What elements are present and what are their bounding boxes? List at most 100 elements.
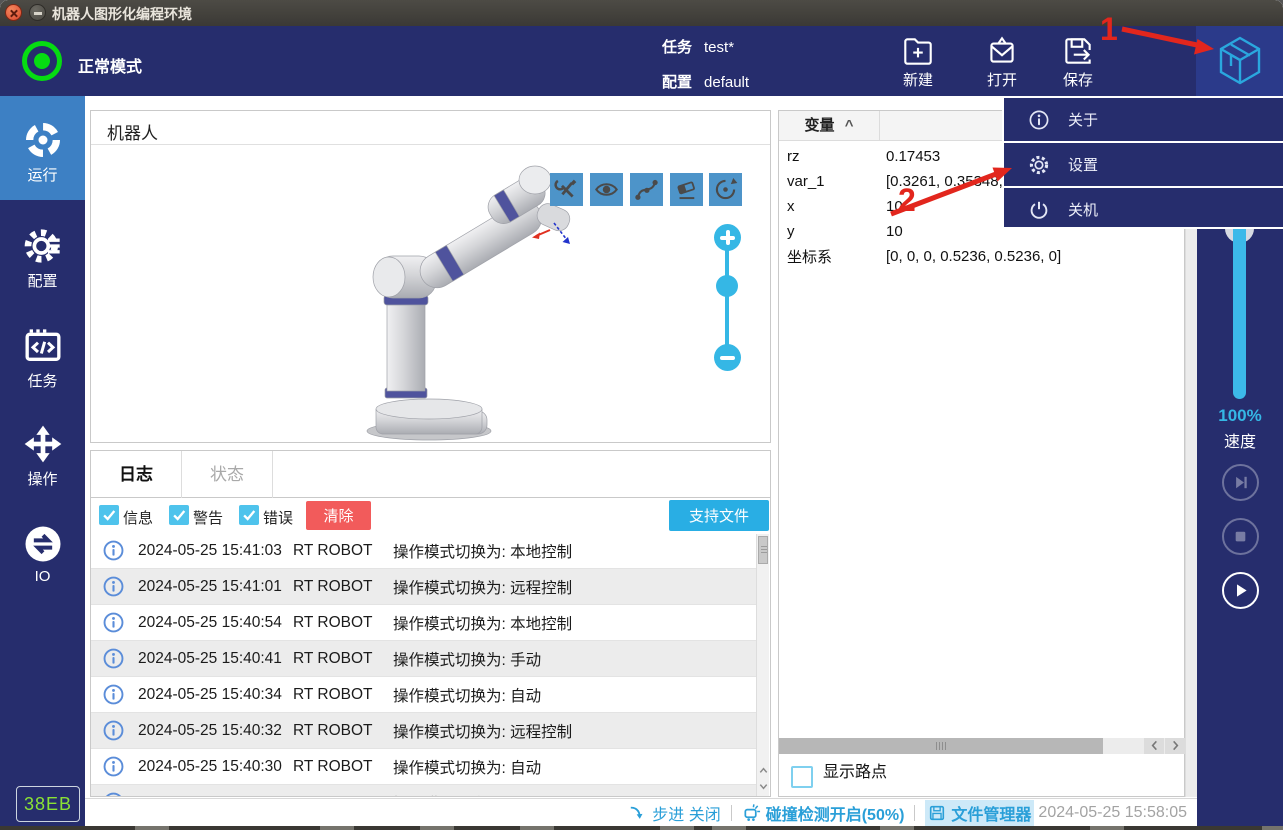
menu-item-settings[interactable]: 设置 [1004,143,1283,188]
cube-logo-icon [1211,32,1269,90]
scroll-right-button[interactable] [1165,738,1185,754]
log-message: 操作模式切换为: 远程控制 [393,720,759,742]
variables-h-scrollbar[interactable] [779,738,1184,754]
variables-header-cell[interactable]: 变量 ^ [779,111,880,141]
open-button[interactable]: 打开 [960,29,1044,93]
menu-item-shutdown[interactable]: 关机 [1004,188,1283,231]
sidebar-item-operate[interactable]: 操作 [0,400,85,500]
log-tabs: 日志 状态 [90,450,771,498]
log-source: RT ROBOT [293,722,379,740]
log-filter-row: 信息 警告 错误 清除 支持文件 [90,498,771,533]
zoom-in-button[interactable] [714,224,741,251]
stop-icon [1230,526,1251,547]
collision-detection-toggle[interactable]: 碰撞检测开启(50%) [742,801,905,825]
run-icon [23,120,63,160]
save-button[interactable]: 保存 [1036,29,1120,93]
disk-icon [928,804,946,822]
check-icon [241,507,257,523]
io-icon [23,524,63,564]
log-row: 2024-05-25 15:41:01 RT ROBOT 操作模式切换为: 远程… [91,569,759,605]
log-message: 操作模式切换为: 远程控制 [393,576,759,598]
log-time: 2024-05-25 15:40:30 [138,758,293,776]
show-waypoints-checkbox[interactable] [791,766,813,788]
log-row: 2024-05-25 15:40:08 RT ROBOT 操作模式切换为: 手动 [91,785,759,797]
info-icon [1028,109,1050,131]
view-erase-button[interactable] [670,173,703,206]
variable-name: y [787,223,886,240]
menu-item-about[interactable]: 关于 [1004,98,1283,143]
log-row: 2024-05-25 15:40:32 RT ROBOT 操作模式切换为: 远程… [91,713,759,749]
tools-icon [553,176,580,203]
chevron-up-icon [758,764,769,777]
log-scrollbar-thumb[interactable] [758,536,768,564]
log-scrollbar[interactable] [756,534,769,796]
system-dropdown-menu: 关于 设置 关机 [1002,96,1283,229]
support-file-button[interactable]: 支持文件 [669,500,769,531]
zoom-slider-track[interactable] [725,250,729,346]
stop-button[interactable] [1222,518,1259,555]
speed-percent: 100% [1197,406,1283,426]
log-time: 2024-05-25 15:40:54 [138,614,293,632]
view-path-button[interactable] [630,173,663,206]
log-time: 2024-05-25 15:41:01 [138,578,293,596]
speed-slider-track[interactable] [1233,224,1246,399]
filter-info-label: 信息 [123,507,153,528]
app-window: 机器人图形化编程环境 正常模式 任务test* 配置default 新建 打开 [0,0,1283,830]
view-visibility-button[interactable] [590,173,623,206]
robot-3d-viewport[interactable] [91,111,770,442]
tab-status[interactable]: 状态 [182,451,273,499]
step-arrow-icon [629,804,647,822]
chevron-right-icon [1170,738,1181,753]
chevron-left-icon [1149,738,1160,753]
sidebar-item-run[interactable]: 运行 [0,96,85,200]
brand-menu-button[interactable] [1196,26,1283,96]
task-label: 任务 [662,39,692,56]
info-icon [103,648,124,669]
collision-icon [742,803,761,822]
log-source: RT ROBOT [293,542,379,560]
status-badge[interactable]: 38EB [16,786,80,822]
variables-h-scrollbar-thumb[interactable] [779,738,1103,754]
sidebar-item-io[interactable]: IO [0,500,85,600]
filter-error-checkbox[interactable] [239,505,259,525]
new-button[interactable]: 新建 [876,29,960,93]
status-bar: 步进 关闭 碰撞检测开启(50%) 文件管理器 2024-05-25 15:58… [85,798,1197,826]
app-header: 正常模式 任务test* 配置default 新建 打开 [0,26,1283,96]
info-icon [103,684,124,705]
new-folder-icon [900,33,936,69]
view-tools-button[interactable] [550,173,583,206]
rotate-icon [712,176,739,203]
clear-log-button[interactable]: 清除 [306,501,371,530]
settings-gear-icon [1028,154,1050,176]
config-label: 配置 [662,74,692,91]
zoom-slider-handle[interactable] [716,275,738,297]
log-source: RT ROBOT [293,758,379,776]
filter-warning-checkbox[interactable] [169,505,189,525]
scroll-down-button[interactable] [757,780,770,795]
sidebar-item-config[interactable]: 配置 [0,202,85,302]
step-forward-button[interactable] [1222,464,1259,501]
config-row: 配置 default [662,71,749,92]
file-manager-button[interactable]: 文件管理器 [925,800,1034,826]
filter-info-checkbox[interactable] [99,505,119,525]
zoom-out-button[interactable] [714,344,741,371]
play-button[interactable] [1222,572,1259,609]
variable-value: [0, 0, 0, 0.5236, 0.5236, 0] [886,248,1184,265]
sidebar: 运行 配置 任务 操作 [0,96,85,826]
view-rotate-button[interactable] [709,173,742,206]
scroll-left-button[interactable] [1144,738,1164,754]
scroll-up-button[interactable] [757,764,770,779]
info-icon [103,756,124,777]
window-minimize-button[interactable] [29,4,46,21]
config-value: default [704,74,749,91]
info-icon [103,576,124,597]
tab-log[interactable]: 日志 [91,451,182,499]
log-message: 操作模式切换为: 手动 [393,648,759,670]
gear-icon [23,226,63,266]
log-row: 2024-05-25 15:40:54 RT ROBOT 操作模式切换为: 本地… [91,605,759,641]
filter-error-label: 错误 [263,507,293,528]
window-close-button[interactable] [5,4,22,21]
sidebar-item-task[interactable]: 任务 [0,302,85,402]
step-mode-toggle[interactable]: 步进 关闭 [629,801,720,825]
power-icon [1028,199,1050,221]
